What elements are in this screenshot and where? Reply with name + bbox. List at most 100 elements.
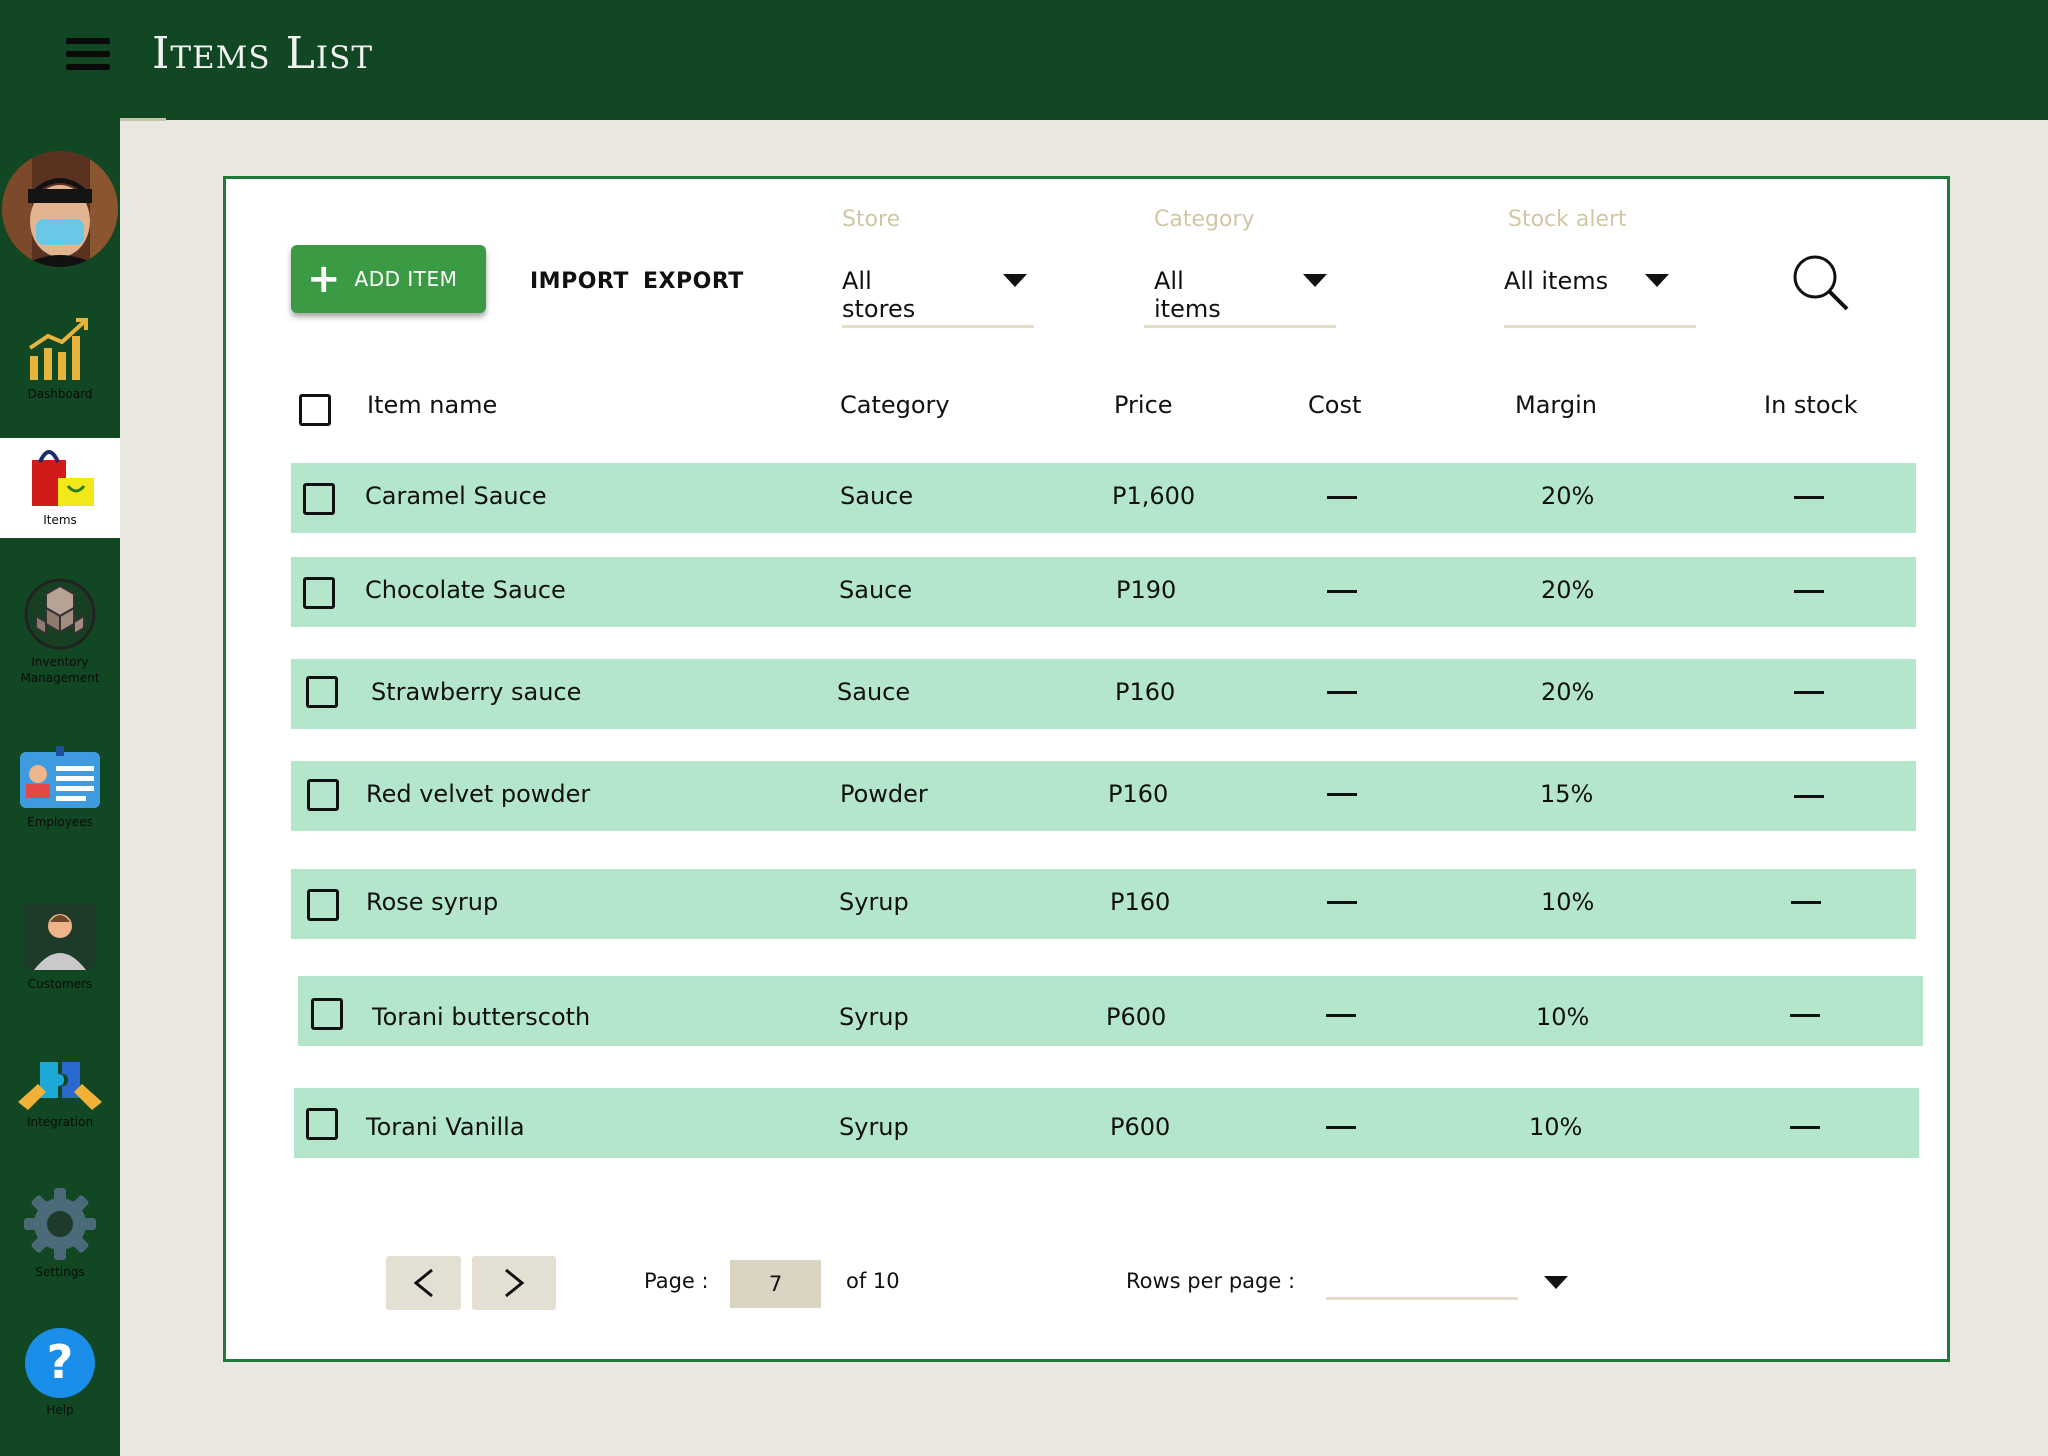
add-item-button[interactable]: + ADD ITEM [291, 245, 486, 313]
rows-per-page-label: Rows per page : [1126, 1269, 1296, 1293]
item-name: Torani Vanilla [366, 1113, 525, 1141]
rows-per-page-select[interactable] [1326, 1297, 1518, 1300]
column-header-item-name[interactable]: Item name [367, 391, 497, 419]
chevron-down-icon[interactable] [1645, 274, 1669, 287]
chevron-right-icon [505, 1268, 525, 1298]
sidebar-item-help[interactable]: ? Help [0, 1326, 120, 1418]
item-price: P190 [1116, 576, 1177, 604]
column-header-category[interactable]: Category [840, 391, 950, 419]
row-checkbox[interactable] [311, 998, 343, 1030]
sidebar-item-integration[interactable]: Integration [0, 1054, 120, 1130]
row-checkbox[interactable] [307, 889, 339, 921]
import-button[interactable]: IMPORT [530, 269, 629, 294]
row-checkbox[interactable] [303, 577, 335, 609]
menu-icon[interactable] [66, 38, 110, 74]
gear-icon [24, 1188, 96, 1260]
svg-text:?: ? [47, 1335, 74, 1389]
item-name: Torani butterscoth [372, 1003, 591, 1031]
item-price: P160 [1108, 780, 1169, 808]
table-row[interactable]: Strawberry sauce Sauce P160 20% [291, 659, 1916, 729]
stock-alert-filter-label: Stock alert [1508, 207, 1627, 232]
row-checkbox[interactable] [303, 483, 335, 515]
page-count: of 10 [846, 1269, 900, 1293]
item-in-stock [1794, 590, 1824, 593]
row-checkbox[interactable] [306, 676, 338, 708]
item-margin: 10% [1536, 1003, 1590, 1031]
item-in-stock [1791, 901, 1821, 904]
stock-alert-filter[interactable]: Stock alert All items [1504, 207, 1696, 328]
page-number-input[interactable]: 7 [730, 1260, 821, 1308]
chevron-down-icon[interactable] [1544, 1276, 1568, 1289]
customer-person-icon [24, 904, 96, 970]
table-row[interactable]: Red velvet powder Powder P160 15% [291, 761, 1916, 831]
item-margin: 10% [1529, 1113, 1583, 1141]
item-price: P600 [1106, 1003, 1167, 1031]
table-row[interactable]: Caramel Sauce Sauce P1,600 20% [291, 463, 1916, 533]
table-row[interactable]: Rose syrup Syrup P160 10% [291, 869, 1916, 939]
help-icon: ? [25, 1328, 95, 1398]
column-header-margin[interactable]: Margin [1515, 391, 1597, 419]
item-category: Sauce [839, 576, 913, 604]
sidebar-item-items[interactable]: Items [0, 438, 120, 538]
sidebar-item-inventory[interactable]: Inventory Management [0, 576, 120, 686]
item-cost [1327, 793, 1357, 796]
column-header-in-stock[interactable]: In stock [1764, 391, 1858, 419]
table-row[interactable]: Chocolate Sauce Sauce P190 20% [291, 557, 1916, 627]
item-category: Syrup [839, 1113, 909, 1141]
item-cost [1327, 496, 1357, 499]
sidebar-item-customers[interactable]: Customers [0, 900, 120, 992]
item-name: Red velvet powder [366, 780, 591, 808]
employee-id-card-icon [20, 746, 100, 808]
item-margin: 20% [1541, 576, 1595, 604]
sidebar-item-label: Integration [26, 1115, 94, 1129]
item-cost [1326, 1014, 1356, 1017]
store-filter[interactable]: Store All stores [842, 207, 1034, 328]
table-row[interactable]: Torani Vanilla Syrup P600 10% [294, 1088, 1919, 1158]
category-filter[interactable]: Category All items [1144, 207, 1336, 328]
next-page-button[interactable] [472, 1256, 556, 1310]
previous-page-button[interactable] [386, 1256, 461, 1310]
row-checkbox[interactable] [306, 1108, 338, 1140]
store-filter-underline [842, 325, 1034, 328]
item-price: P1,600 [1112, 482, 1196, 510]
sidebar-item-employees[interactable]: Employees [0, 744, 120, 830]
item-category: Syrup [839, 888, 909, 916]
item-category: Syrup [839, 1003, 909, 1031]
puzzle-hands-icon [18, 1062, 102, 1110]
sidebar-item-label: Dashboard [27, 387, 93, 401]
avatar[interactable] [2, 151, 118, 267]
table-row[interactable]: Torani butterscoth Syrup P600 10% [298, 976, 1923, 1046]
sidebar-item-label: Settings [35, 1265, 85, 1279]
select-all-checkbox[interactable] [299, 394, 331, 426]
category-filter-label: Category [1154, 207, 1255, 232]
sidebar-item-label: Items [43, 513, 77, 527]
sidebar-item-dashboard[interactable]: Dashboard [0, 312, 120, 402]
sidebar-item-settings[interactable]: Settings [0, 1186, 120, 1280]
item-cost [1327, 901, 1357, 904]
item-category: Sauce [837, 678, 911, 706]
item-name: Caramel Sauce [365, 482, 547, 510]
top-bar: Items List [0, 0, 2048, 120]
chevron-down-icon[interactable] [1003, 274, 1027, 287]
stock-alert-filter-value: All items [1504, 267, 1609, 295]
export-button[interactable]: EXPORT [643, 269, 744, 294]
column-header-price[interactable]: Price [1114, 391, 1173, 419]
chevron-left-icon [413, 1268, 433, 1298]
item-name: Rose syrup [366, 888, 499, 916]
chevron-down-icon[interactable] [1303, 274, 1327, 287]
row-checkbox[interactable] [307, 779, 339, 811]
item-margin: 20% [1541, 678, 1595, 706]
item-in-stock [1790, 1014, 1820, 1017]
item-price: P160 [1115, 678, 1176, 706]
item-cost [1327, 691, 1357, 694]
item-in-stock [1790, 1126, 1820, 1129]
item-margin: 10% [1541, 888, 1595, 916]
shopping-bags-icon [32, 450, 94, 506]
search-icon[interactable] [1791, 253, 1851, 313]
growth-chart-icon [28, 318, 88, 380]
column-header-cost[interactable]: Cost [1308, 391, 1361, 419]
boxes-icon [24, 578, 96, 650]
items-panel: + ADD ITEM IMPORT EXPORT Store All store… [223, 176, 1950, 1362]
plus-icon: + [307, 256, 341, 302]
item-category: Powder [840, 780, 928, 808]
